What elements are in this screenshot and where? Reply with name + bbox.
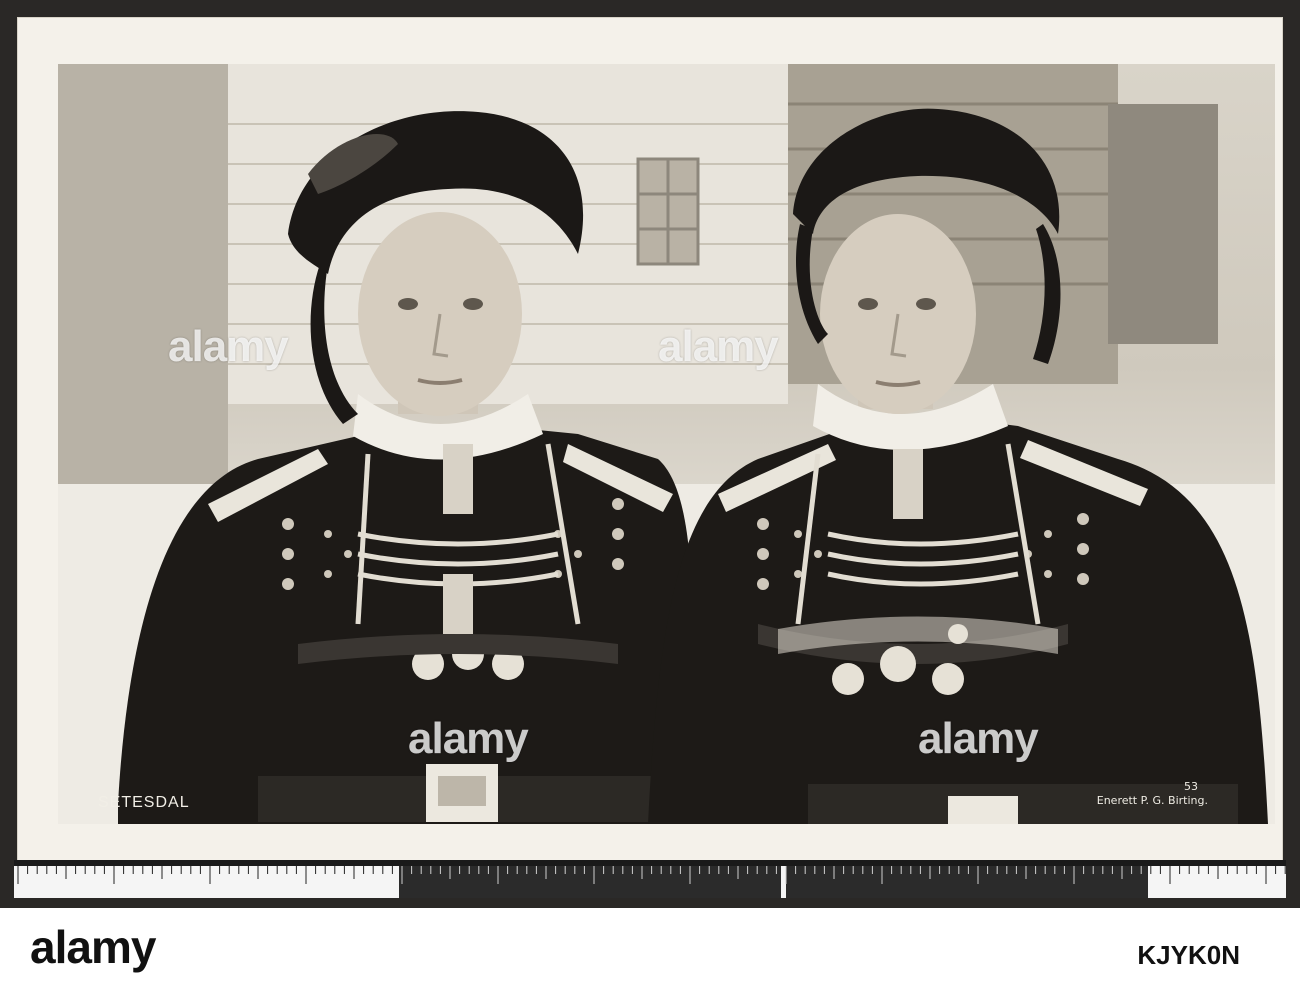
shed — [1108, 104, 1218, 344]
left-background — [58, 64, 228, 484]
watermark-text: alamy — [918, 714, 1039, 763]
ruler-ticks — [17, 866, 1286, 884]
postcard: alamy alamy alamy alamy SETESDAL 53 Ener… — [18, 18, 1282, 868]
scale-ruler — [14, 860, 1286, 898]
card-number: 53 — [1184, 780, 1198, 793]
watermark-text: alamy — [168, 322, 289, 371]
credit-caption: 53 Enerett P. G. Birting. — [1097, 780, 1208, 808]
footer-bar: alamy KJYK0N — [0, 908, 1300, 986]
copyright-credit: Enerett P. G. Birting. — [1096, 794, 1208, 807]
brand-logo[interactable]: alamy — [30, 920, 156, 974]
photograph: alamy alamy alamy alamy — [58, 64, 1275, 824]
portrait-illustration — [58, 64, 1275, 824]
watermark-text: alamy — [658, 322, 779, 371]
watermark-text: alamy — [408, 714, 529, 763]
image-code: KJYK0N — [1137, 940, 1240, 970]
location-caption: SETESDAL — [98, 794, 190, 811]
